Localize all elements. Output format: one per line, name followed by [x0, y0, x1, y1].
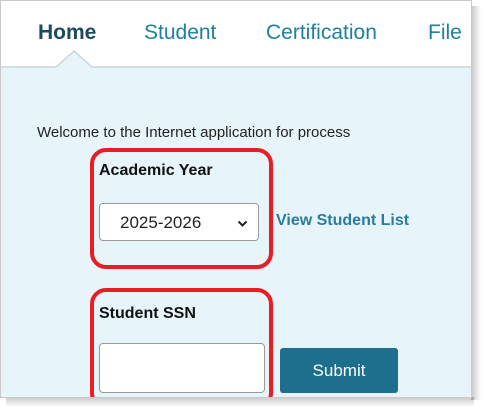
tab-file[interactable]: File: [428, 21, 462, 45]
welcome-text: Welcome to the Internet application for …: [37, 124, 351, 141]
screenshot-frame: Home Student Certification File Welcome …: [0, 0, 472, 398]
student-ssn-input[interactable]: [99, 343, 265, 393]
tab-certification[interactable]: Certification: [266, 21, 377, 45]
view-student-list-link[interactable]: View Student List: [276, 212, 409, 230]
window-shadow-right: [471, 6, 481, 400]
tab-home[interactable]: Home: [38, 21, 96, 45]
academic-year-value: 2025-2026: [120, 213, 202, 232]
active-tab-indicator: [1, 49, 471, 79]
submit-button[interactable]: Submit: [280, 348, 398, 393]
academic-year-label: Academic Year: [99, 162, 213, 179]
student-ssn-label: Student SSN: [99, 305, 196, 322]
chevron-down-icon: [237, 220, 248, 227]
window-shadow-bottom: [6, 397, 474, 407]
academic-year-select[interactable]: 2025-2026: [99, 203, 259, 241]
tab-student[interactable]: Student: [144, 21, 216, 45]
main-content: Welcome to the Internet application for …: [1, 67, 471, 397]
